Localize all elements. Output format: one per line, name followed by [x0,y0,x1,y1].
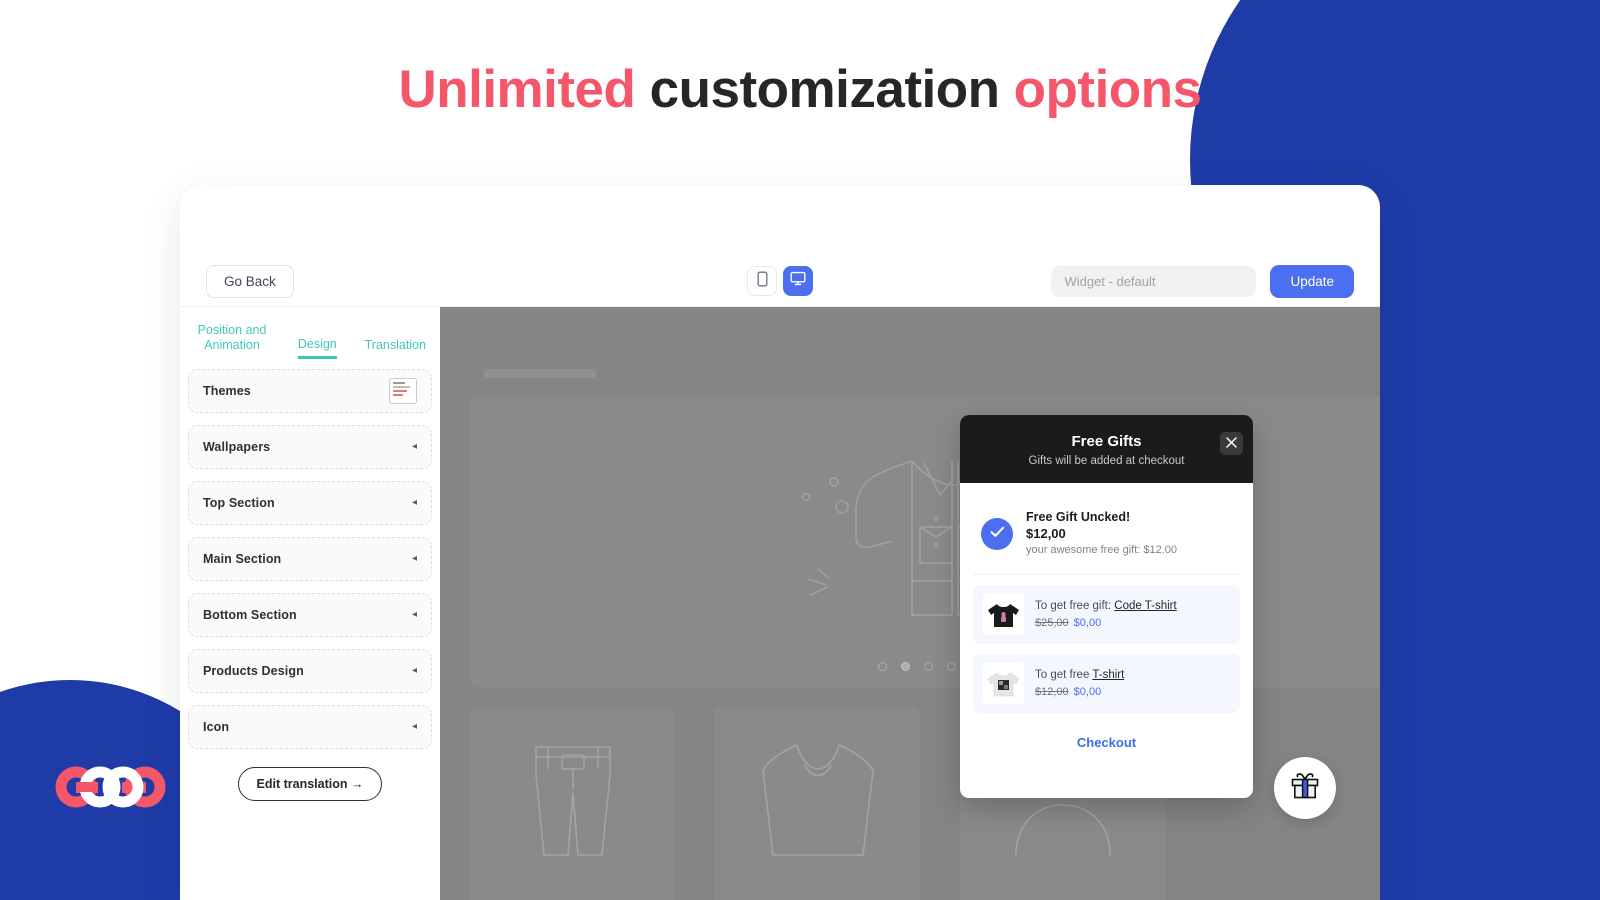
carousel-dot[interactable] [947,662,956,671]
product-thumbnail-white-tshirt [983,663,1024,704]
old-price: $12,00 [1035,686,1069,698]
app-toolbar: Go Back Update [180,255,1380,307]
gift-unlocked-checkbox[interactable] [981,517,1013,550]
new-price: $0,00 [1073,617,1102,629]
headline-part-3: options [1013,60,1202,119]
section-label: Bottom Section [203,608,297,622]
headline-part-1: Unlimited [398,60,650,119]
chevron-left-icon: ◂ [411,441,417,452]
app-window: Go Back Update [180,185,1380,900]
tab-design[interactable]: Design [297,337,337,359]
gift-launcher-button[interactable] [1274,757,1336,819]
gift-offer-text: To get free gift: Code T-shirt $25,00 $0,… [1035,598,1177,631]
desktop-preview-button[interactable] [783,266,813,296]
gift-offer-prefix: To get free gift: [1035,600,1112,612]
unlocked-gift-text: Free Gift Uncked! $12,00 your awesome fr… [1026,509,1177,558]
checkout-wrap: Checkout [973,735,1240,750]
carousel-dot[interactable] [878,662,887,671]
gift-offer-line: To get free T-shirt [1035,667,1124,683]
desktop-icon [790,271,806,291]
carousel-dot-active[interactable] [901,662,910,671]
gift-offer-product-link[interactable]: T-shirt [1092,669,1124,681]
toolbar-right-group: Update [1051,264,1354,298]
section-themes[interactable]: Themes [188,369,432,413]
checkout-link[interactable]: Checkout [1077,735,1136,750]
section-label: Themes [203,384,251,398]
unlocked-gift-name: Free Gift Uncked! [1026,510,1131,524]
old-price: $25,00 [1035,617,1069,629]
chevron-left-icon: ◂ [411,497,417,508]
mobile-preview-button[interactable] [747,266,777,296]
chevron-left-icon: ◂ [411,553,417,564]
gift-offer-product-link[interactable]: Code T-shirt [1114,600,1176,612]
edit-translation-wrap: Edit translation → [188,767,432,801]
section-label: Main Section [203,552,282,566]
gift-offer-text: To get free T-shirt $12,00 $0,00 [1035,667,1124,700]
free-gifts-title: Free Gifts [1071,432,1142,450]
mobile-icon [756,271,769,292]
chevron-left-icon: ◂ [411,721,417,732]
gift-offer-row[interactable]: To get free gift: Code T-shirt $25,00 $0,… [973,585,1240,644]
design-sidebar: Position and Animation Design Translatio… [180,307,440,900]
unlocked-gift-row: Free Gift Uncked! $12,00 your awesome fr… [973,493,1240,575]
section-label: Wallpapers [203,440,271,454]
gift-offer-prices: $12,00 $0,00 [1035,685,1124,700]
widget-name-input[interactable] [1051,265,1257,297]
close-popup-button[interactable] [1220,432,1243,455]
section-label: Top Section [203,496,275,510]
headline-part-2: customization [649,60,1014,119]
unlocked-gift-price: $12,00 [1026,526,1066,541]
logo-mark [55,766,166,808]
section-wallpapers[interactable]: Wallpapers ◂ [188,425,432,469]
section-bottom-section[interactable]: Bottom Section ◂ [188,593,432,637]
gift-offer-prefix: To get free [1035,669,1090,681]
free-gifts-subtitle: Gifts will be added at checkout [1028,454,1185,467]
free-gifts-popup: Free Gifts Gifts will be added at checko… [960,415,1253,798]
sidebar-tabs: Position and Animation Design Translatio… [180,307,440,359]
gift-icon [1289,770,1321,807]
edit-translation-button[interactable]: Edit translation → [237,767,383,801]
chevron-left-icon: ◂ [411,665,417,676]
section-label: Products Design [203,664,304,678]
gift-offer-row[interactable]: To get free T-shirt $12,00 $0,00 [973,654,1240,713]
preview-title-placeholder [484,369,596,378]
close-icon [1226,435,1237,453]
section-main-section[interactable]: Main Section ◂ [188,537,432,581]
gift-offer-prices: $25,00 $0,00 [1035,616,1177,631]
gift-offer-line: To get free gift: Code T-shirt [1035,598,1177,614]
product-card[interactable] [470,707,675,900]
free-gifts-body: Free Gift Uncked! $12,00 your awesome fr… [960,483,1253,750]
new-price: $0,00 [1073,686,1102,698]
section-label: Icon [203,720,230,734]
free-gifts-header: Free Gifts Gifts will be added at checko… [960,415,1253,483]
product-thumbnail-black-tshirt [983,594,1024,635]
page-headline: Unlimited customization options [0,58,1600,122]
tab-translation[interactable]: Translation [365,338,426,359]
section-products-design[interactable]: Products Design ◂ [188,649,432,693]
carousel-dot[interactable] [924,662,933,671]
device-preview-toggle [747,266,813,296]
gooo-logo [50,765,170,814]
update-button[interactable]: Update [1270,264,1354,298]
chevron-left-icon: ◂ [411,609,417,620]
unlocked-gift-description: your awesome free gift: $12.00 [1026,544,1178,556]
decorative-blue-panel-right [1380,0,1600,900]
design-sections-list: Themes Wallpapers ◂ Top Section ◂ Main S… [180,359,440,801]
page-root: Unlimited customization options Go Back [0,0,1600,900]
tab-position-and-animation[interactable]: Position and Animation [194,323,270,359]
section-top-section[interactable]: Top Section ◂ [188,481,432,525]
go-back-button[interactable]: Go Back [206,264,294,298]
product-card[interactable] [715,707,920,900]
check-icon [990,525,1005,543]
section-icon[interactable]: Icon ◂ [188,705,432,749]
theme-thumbnail-icon [389,378,417,404]
